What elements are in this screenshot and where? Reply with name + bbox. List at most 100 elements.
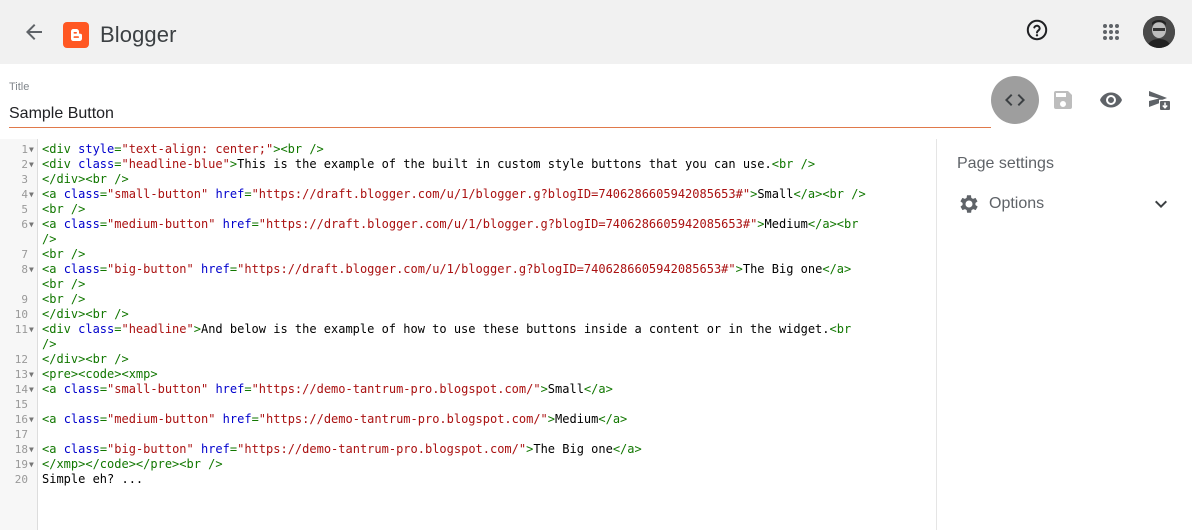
code-tag: = xyxy=(99,382,108,396)
code-text: /> xyxy=(42,337,56,352)
line-number: 16 xyxy=(14,413,28,426)
code-tag: > xyxy=(757,217,765,231)
account-avatar[interactable] xyxy=(1143,16,1175,48)
send-icon[interactable] xyxy=(1147,88,1171,112)
code-tag: > xyxy=(193,322,201,336)
code-tag: </a> xyxy=(583,382,613,396)
code-tag: = xyxy=(99,412,108,426)
code-tag: = xyxy=(99,262,108,276)
code-tag: <br /> xyxy=(42,247,86,261)
code-tag: <br /> xyxy=(42,277,86,291)
code-text: <a class="small-button" href="https://de… xyxy=(42,382,613,397)
code-line[interactable]: 12 </div><br /> xyxy=(0,352,937,367)
fold-toggle-icon[interactable]: ▼ xyxy=(29,322,37,337)
help-icon[interactable] xyxy=(1025,18,1049,42)
fold-toggle-icon[interactable]: ▼ xyxy=(29,262,37,277)
code-tag: </xmp></code></pre><br /> xyxy=(42,457,223,471)
options-section-toggle[interactable]: Options xyxy=(957,191,1172,217)
code-line[interactable]: 19 ▼ </xmp></code></pre><br /> xyxy=(0,457,937,472)
title-label: Title xyxy=(9,81,30,93)
code-text: </div><br /> xyxy=(42,352,129,367)
html-code-editor[interactable]: 1 ▼ <div style="text-align: center;"><br /… xyxy=(0,139,937,530)
code-text: <a class="small-button" href="https://dr… xyxy=(42,187,866,202)
code-line[interactable]: 20 Simple eh? ... xyxy=(0,472,937,487)
code-string: "medium-button" xyxy=(107,217,216,231)
code-line[interactable]: 1 ▼ <div style="text-align: center;"><br /… xyxy=(0,142,937,157)
code-line[interactable]: 16 ▼ <a class="medium-button" href="https:… xyxy=(0,412,937,427)
code-line[interactable]: /> xyxy=(0,337,937,352)
code-line[interactable]: 13 ▼ <pre><code><xmp> xyxy=(0,367,937,382)
eye-icon[interactable] xyxy=(1099,88,1123,112)
code-line[interactable]: 4 ▼ <a class="small-button" href="https://… xyxy=(0,187,937,202)
code-line[interactable]: 18 ▼ <a class="big-button" href="https://d… xyxy=(0,442,937,457)
page-settings-heading: Page settings xyxy=(957,155,1054,172)
code-tag: <a xyxy=(42,412,64,426)
code-content: Medium xyxy=(764,217,808,231)
fold-toggle-icon[interactable]: ▼ xyxy=(29,382,37,397)
code-line[interactable]: 2 ▼ <div class="headline-blue">This is the… xyxy=(0,157,937,172)
code-string: "https://demo-tantrum-pro.blogspot.com/" xyxy=(251,382,541,396)
code-tag: </a> xyxy=(612,442,642,456)
back-arrow-icon[interactable] xyxy=(22,20,46,44)
html-view-toggle-button[interactable] xyxy=(991,76,1039,124)
code-line[interactable]: <br /> xyxy=(0,277,937,292)
app-brand-name: Blogger xyxy=(100,22,177,47)
fold-toggle-icon[interactable]: ▼ xyxy=(29,157,37,172)
code-attribute: class xyxy=(63,262,100,276)
code-string: "text-align: center;" xyxy=(121,142,274,156)
code-line[interactable]: 5 <br /> xyxy=(0,202,937,217)
top-app-bar: Blogger xyxy=(0,0,1192,64)
code-tag: = xyxy=(244,187,252,201)
code-line[interactable]: 3 </div><br /> xyxy=(0,172,937,187)
fold-toggle-icon[interactable]: ▼ xyxy=(29,457,37,472)
line-number: 8 xyxy=(21,263,28,276)
line-number: 9 xyxy=(21,293,28,306)
fold-toggle-icon[interactable]: ▼ xyxy=(29,412,37,427)
code-text: </div><br /> xyxy=(42,307,129,322)
code-string: "https://demo-tantrum-pro.blogspot.com/" xyxy=(258,412,548,426)
code-line[interactable]: 17 xyxy=(0,427,937,442)
code-line[interactable]: 10 </div><br /> xyxy=(0,307,937,322)
code-text: <a class="big-button" href="https://draf… xyxy=(42,262,851,277)
code-attribute: style xyxy=(78,142,115,156)
code-string: "https://draft.blogger.com/u/1/blogger.g… xyxy=(251,187,751,201)
code-line[interactable]: 7 <br /> xyxy=(0,247,937,262)
fold-toggle-icon[interactable]: ▼ xyxy=(29,217,37,232)
code-content: Small xyxy=(757,187,794,201)
line-number: 14 xyxy=(14,383,28,396)
code-attribute: class xyxy=(78,322,115,336)
code-line[interactable]: 11 ▼ <div class="headline">And below is th… xyxy=(0,322,937,337)
code-line[interactable]: 9 <br /> xyxy=(0,292,937,307)
fold-toggle-icon[interactable]: ▼ xyxy=(29,442,37,457)
code-line[interactable]: 6 ▼ <a class="medium-button" href="https:/… xyxy=(0,217,937,232)
code-content: The Big one xyxy=(742,262,823,276)
code-tag: = xyxy=(99,442,108,456)
code-attribute: class xyxy=(63,187,100,201)
code-tag: <div xyxy=(42,142,79,156)
apps-grid-icon[interactable] xyxy=(1099,20,1123,44)
code-text: <a class="medium-button" href="https://d… xyxy=(42,217,858,232)
line-number: 12 xyxy=(14,353,28,366)
code-string: "https://draft.blogger.com/u/1/blogger.g… xyxy=(258,217,758,231)
code-line[interactable]: 15 xyxy=(0,397,937,412)
fold-toggle-icon[interactable]: ▼ xyxy=(29,187,37,202)
code-icon xyxy=(1005,94,1025,106)
code-text: <br /> xyxy=(42,202,85,217)
code-content: Medium xyxy=(555,412,599,426)
fold-toggle-icon[interactable]: ▼ xyxy=(29,367,37,382)
fold-toggle-icon[interactable]: ▼ xyxy=(29,142,37,157)
code-text: <div style="text-align: center;"><br /> xyxy=(42,142,324,157)
line-number: 13 xyxy=(14,368,28,381)
title-input[interactable] xyxy=(9,101,991,128)
code-tag: </div><br /> xyxy=(42,352,129,366)
code-line[interactable]: 14 ▼ <a class="small-button" href="https:/… xyxy=(0,382,937,397)
code-string: "headline-blue" xyxy=(121,157,230,171)
code-tag: /> xyxy=(42,337,57,351)
code-line[interactable]: /> xyxy=(0,232,937,247)
save-icon[interactable] xyxy=(1051,88,1075,112)
code-text: Simple eh? ... xyxy=(42,472,143,487)
code-tag: = xyxy=(251,217,259,231)
code-line[interactable]: 8 ▼ <a class="big-button" href="https://dr… xyxy=(0,262,937,277)
line-number: 6 xyxy=(21,218,28,231)
code-text: <br /> xyxy=(42,292,85,307)
